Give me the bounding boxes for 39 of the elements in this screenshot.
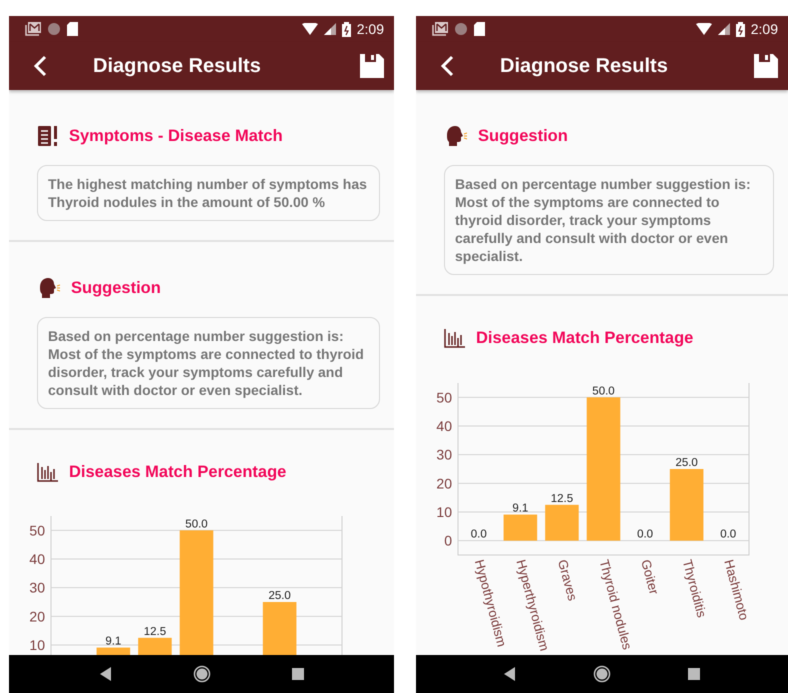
y-tick-label: 20 (29, 608, 45, 625)
text-box: The highest matching number of symptoms has Thyroid nodules in the amount of 50.00 % (37, 164, 380, 221)
category-label: Thyroiditis (680, 557, 710, 618)
bar-value-label: 50.0 (185, 518, 208, 531)
app-bar-title: Diagnose Results (500, 54, 669, 79)
section-title: Suggestion (71, 278, 161, 299)
text-box: Based on percentage number suggestion is: Most of the symptoms are connected to thyroid disorder, track your symptoms carefully and consult with doctor or even specialist. (444, 164, 774, 275)
y-tick-label: 20 (436, 474, 452, 491)
category-label: Hashimoto (721, 557, 752, 622)
section-title: Symptoms - Disease Match (69, 126, 283, 147)
y-tick-label: 10 (436, 504, 452, 520)
status-time: 2:09 (356, 20, 384, 38)
y-tick-label: 50 (436, 388, 452, 405)
bar-value-label: 12.5 (144, 626, 166, 638)
text-box: Based on percentage number suggestion is: Most of the symptoms are connected to thyroid disorder, track your symptoms carefully and consult with doctor or even specialist. (37, 316, 380, 408)
section-title: Diseases Match Percentage (476, 328, 694, 349)
y-tick-label: 10 (29, 637, 45, 654)
category-label: Goiter (638, 557, 662, 596)
app-bar-title: Diagnose Results (93, 54, 262, 79)
y-tick-label: 40 (29, 551, 45, 568)
y-tick-label: 30 (436, 446, 452, 462)
section-title: Diseases Match Percentage (69, 462, 286, 482)
bar-value-label: 0.0 (720, 528, 736, 540)
bar-value-label: 9.1 (105, 636, 122, 648)
y-tick-label: 0 (444, 532, 452, 548)
bar-value-label: 12.5 (550, 492, 574, 504)
section-title: Suggestion (478, 126, 568, 147)
y-tick-label: 50 (29, 522, 45, 539)
bar-value-label: 50.0 (592, 384, 615, 397)
bar-value-label: 0.0 (637, 528, 654, 540)
bar-value-label: 25.0 (675, 456, 698, 468)
category-label: Thyroid nodules (596, 557, 636, 651)
bar-value-label: 9.1 (512, 502, 528, 514)
bar-value-label: 0.0 (470, 528, 487, 540)
y-tick-label: 40 (436, 418, 452, 434)
bar-value-label: 25.0 (268, 590, 291, 602)
category-label: Graves (555, 557, 580, 602)
y-tick-label: 30 (29, 580, 45, 596)
status-time: 2:09 (750, 20, 778, 38)
